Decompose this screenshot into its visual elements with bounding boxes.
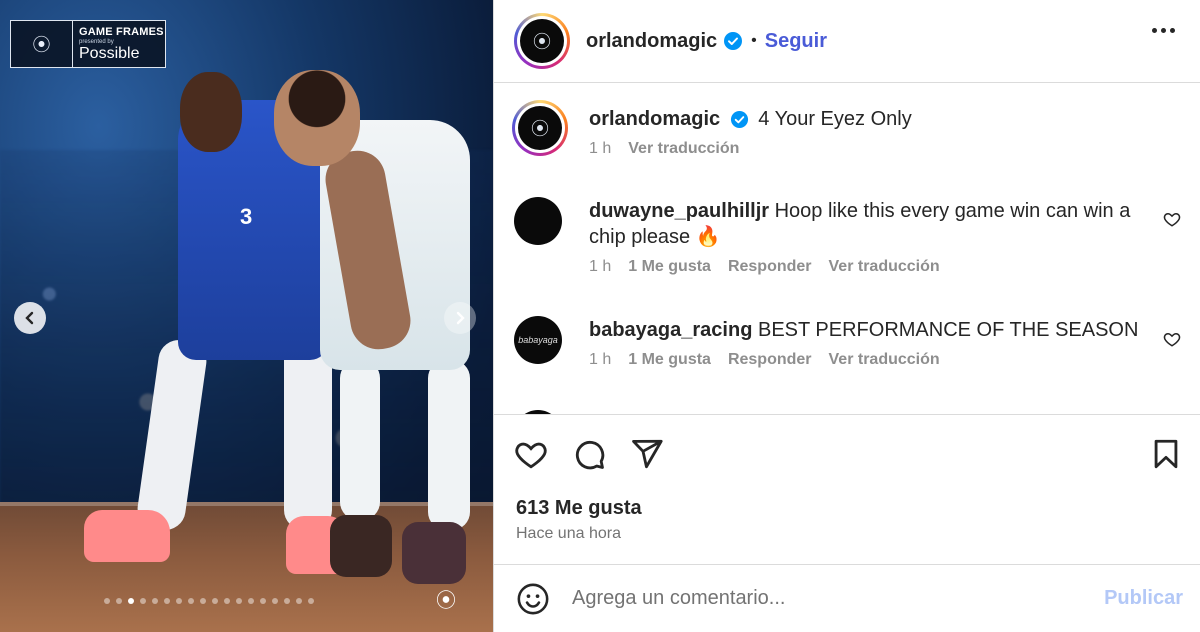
- badge-title: GAME FRAMES: [79, 25, 164, 38]
- magic-logo-icon: ⦿: [518, 106, 562, 150]
- chevron-right-icon: [456, 311, 465, 325]
- carousel-dot: [116, 598, 122, 604]
- player-one-leg: [284, 340, 332, 530]
- player-two-shoe: [330, 515, 392, 577]
- carousel-dot: [176, 598, 182, 604]
- comment-input[interactable]: [572, 587, 1072, 610]
- carousel-dot: [200, 598, 206, 604]
- avatar[interactable]: ⦿: [514, 13, 570, 69]
- comment-username[interactable]: duwayne_paulhilljr: [589, 200, 769, 222]
- caption-row: ⦿ orlandomagic 4 Your Eyez Only 1 h Ver …: [512, 84, 1181, 174]
- comment-item: babayaga babayaga_racing BEST PERFORMANC…: [514, 316, 1181, 396]
- carousel-dot: [236, 598, 242, 604]
- comment-text: BEST PERFORMANCE OF THE SEASON: [757, 319, 1139, 341]
- comment-composer: Publicar: [494, 564, 1200, 632]
- magic-logo-icon: ⦿: [11, 21, 73, 67]
- separator-dot: •: [751, 32, 757, 49]
- carousel-dot: [248, 598, 254, 604]
- translate-link[interactable]: Ver traducción: [829, 256, 940, 278]
- post-actions: 613 Me gusta Hace una hora: [494, 414, 1200, 564]
- reply-button[interactable]: Responder: [728, 256, 812, 278]
- player-two-leg: [428, 360, 470, 530]
- comment-likes[interactable]: 1 Me gusta: [628, 349, 711, 371]
- post-timestamp[interactable]: Hace una hora: [516, 525, 621, 543]
- comment-likes[interactable]: 1 Me gusta: [628, 256, 711, 278]
- magic-corner-logo-icon: ⦿: [436, 590, 456, 612]
- carousel-dot: [104, 598, 110, 604]
- more-options-icon[interactable]: [1152, 28, 1175, 33]
- comment-bubble-icon[interactable]: [572, 437, 606, 471]
- like-heart-icon[interactable]: [514, 437, 548, 471]
- comments-list[interactable]: ⦿ orlandomagic 4 Your Eyez Only 1 h Ver …: [494, 84, 1200, 414]
- carousel-dot: [224, 598, 230, 604]
- verified-badge-icon: [730, 110, 749, 129]
- post-side-panel: ⦿ orlandomagic • Seguir ⦿ orlandomagic 4…: [493, 0, 1200, 632]
- instagram-post-view: 3 ⦿ GAME FRAMES presented by Possible ⦿: [0, 0, 1200, 632]
- magic-logo-icon: ⦿: [520, 19, 564, 63]
- carousel-dot: [296, 598, 302, 604]
- avatar[interactable]: [514, 197, 562, 245]
- comment-time[interactable]: 1 h: [589, 349, 611, 371]
- like-comment-heart-icon[interactable]: [1163, 330, 1181, 348]
- header-username[interactable]: orlandomagic: [586, 30, 717, 53]
- game-frames-badge: ⦿ GAME FRAMES presented by Possible: [10, 20, 166, 68]
- jersey-number: 3: [240, 204, 253, 229]
- save-bookmark-icon[interactable]: [1149, 437, 1183, 471]
- share-send-icon[interactable]: [630, 437, 664, 471]
- carousel-dot: [188, 598, 194, 604]
- post-header: ⦿ orlandomagic • Seguir: [494, 0, 1200, 83]
- badge-subtitle: presented by: [79, 38, 114, 45]
- verified-badge-icon: [723, 31, 743, 51]
- carousel-dot: [308, 598, 314, 604]
- carousel-dot: [284, 598, 290, 604]
- carousel-dot: [164, 598, 170, 604]
- caption-username[interactable]: orlandomagic: [589, 108, 720, 130]
- caption-time[interactable]: 1 h: [589, 138, 611, 160]
- player-two-leg: [340, 360, 380, 520]
- likes-count[interactable]: 613 Me gusta: [516, 497, 642, 520]
- player-one-head: [180, 72, 242, 152]
- carousel-dot: [140, 598, 146, 604]
- player-one-shoe: [84, 510, 170, 562]
- post-media[interactable]: 3 ⦿ GAME FRAMES presented by Possible ⦿: [0, 0, 493, 632]
- carousel-dot: [128, 598, 134, 604]
- comment-item: duwayne_paulhilljr Hoop like this every …: [514, 197, 1181, 287]
- carousel-indicator: [104, 598, 314, 604]
- badge-sponsor: Possible: [79, 44, 140, 62]
- carousel-dot: [272, 598, 278, 604]
- carousel-dot: [260, 598, 266, 604]
- avatar[interactable]: ⦿: [512, 100, 568, 156]
- comment-time[interactable]: 1 h: [589, 256, 611, 278]
- avatar[interactable]: babayaga: [514, 316, 562, 364]
- carousel-dot: [152, 598, 158, 604]
- publish-button[interactable]: Publicar: [1104, 587, 1183, 610]
- comment-username[interactable]: babayaga_racing: [589, 319, 752, 341]
- follow-button[interactable]: Seguir: [765, 30, 827, 53]
- emoji-picker-icon[interactable]: [516, 582, 550, 616]
- caption-text: 4 Your Eyez Only: [758, 108, 912, 130]
- chevron-left-icon: [25, 311, 34, 325]
- like-comment-heart-icon[interactable]: [1163, 210, 1181, 228]
- carousel-dot: [212, 598, 218, 604]
- translate-link[interactable]: Ver traducción: [829, 349, 940, 371]
- carousel-prev-button[interactable]: [14, 302, 46, 334]
- player-two-shoe: [402, 522, 466, 584]
- player-two-head: [274, 70, 360, 166]
- translate-link[interactable]: Ver traducción: [628, 138, 739, 160]
- carousel-next-button[interactable]: [444, 302, 476, 334]
- reply-button[interactable]: Responder: [728, 349, 812, 371]
